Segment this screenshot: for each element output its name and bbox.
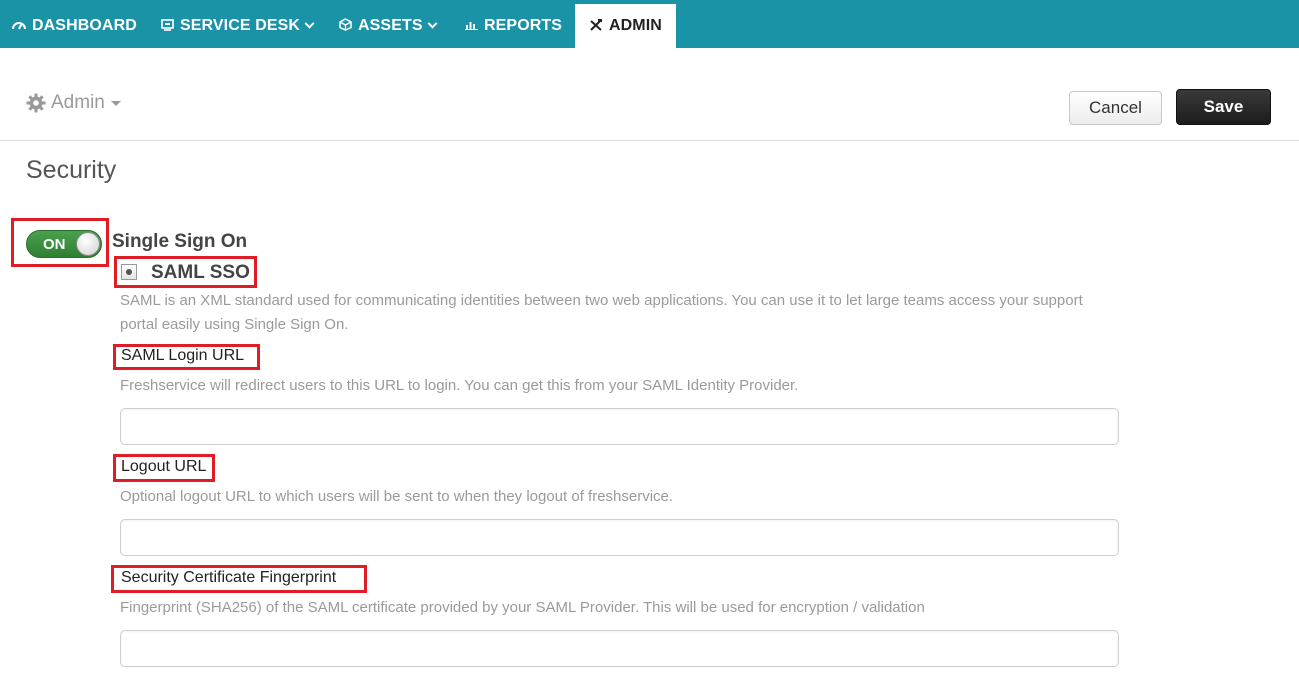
- chevron-down-icon: [427, 18, 438, 29]
- nav-assets[interactable]: ASSETS: [338, 4, 438, 48]
- bar-chart-icon: [464, 19, 478, 33]
- cancel-button[interactable]: Cancel: [1069, 91, 1162, 125]
- chevron-down-icon: [304, 18, 315, 29]
- logout-url-input[interactable]: [120, 519, 1119, 556]
- logout-url-label: Logout URL: [121, 458, 207, 475]
- nav-reports[interactable]: REPORTS: [464, 4, 562, 48]
- nav-admin-label: ADMIN: [609, 17, 662, 34]
- nav-dashboard[interactable]: DASHBOARD: [12, 4, 137, 48]
- breadcrumb-label: Admin: [51, 92, 105, 113]
- saml-login-url-help: Freshservice will redirect users to this…: [120, 377, 799, 394]
- tools-icon: [589, 18, 603, 35]
- logout-url-help: Optional logout URL to which users will …: [120, 488, 674, 505]
- sso-title: Single Sign On: [112, 231, 248, 252]
- saml-sso-radio[interactable]: [121, 264, 137, 280]
- saml-sso-label: SAML SSO: [151, 262, 250, 283]
- saml-login-url-input[interactable]: [120, 408, 1119, 445]
- top-nav: DASHBOARD SERVICE DESK ASSETS REPORTS AD…: [0, 0, 1299, 48]
- gear-icon: [26, 93, 46, 113]
- toggle-label: ON: [43, 236, 66, 253]
- certificate-fingerprint-help: Fingerprint (SHA256) of the SAML certifi…: [120, 599, 925, 616]
- breadcrumb[interactable]: Admin: [26, 92, 121, 114]
- nav-assets-label: ASSETS: [358, 17, 423, 34]
- nav-service-desk-label: SERVICE DESK: [180, 17, 301, 34]
- nav-reports-label: REPORTS: [484, 17, 563, 34]
- speedometer-icon: [12, 19, 26, 33]
- page-title: Security: [26, 156, 117, 184]
- certificate-fingerprint-input[interactable]: [120, 630, 1119, 667]
- saml-login-url-label: SAML Login URL: [121, 347, 245, 364]
- desk-icon: [160, 18, 174, 34]
- sso-toggle[interactable]: ON: [26, 230, 102, 258]
- toggle-knob: [76, 232, 100, 256]
- nav-service-desk[interactable]: SERVICE DESK: [160, 4, 315, 48]
- nav-dashboard-label: DASHBOARD: [32, 17, 137, 34]
- caret-down-icon: [110, 100, 121, 106]
- cube-icon: [338, 18, 352, 34]
- saml-description: SAML is an XML standard used for communi…: [120, 292, 1083, 333]
- radio-dot: [126, 269, 132, 275]
- certificate-fingerprint-label: Security Certificate Fingerprint: [121, 569, 337, 586]
- save-button[interactable]: Save: [1176, 89, 1271, 125]
- nav-admin[interactable]: ADMIN: [575, 4, 676, 48]
- page-header: Admin Cancel Save: [0, 48, 1299, 141]
